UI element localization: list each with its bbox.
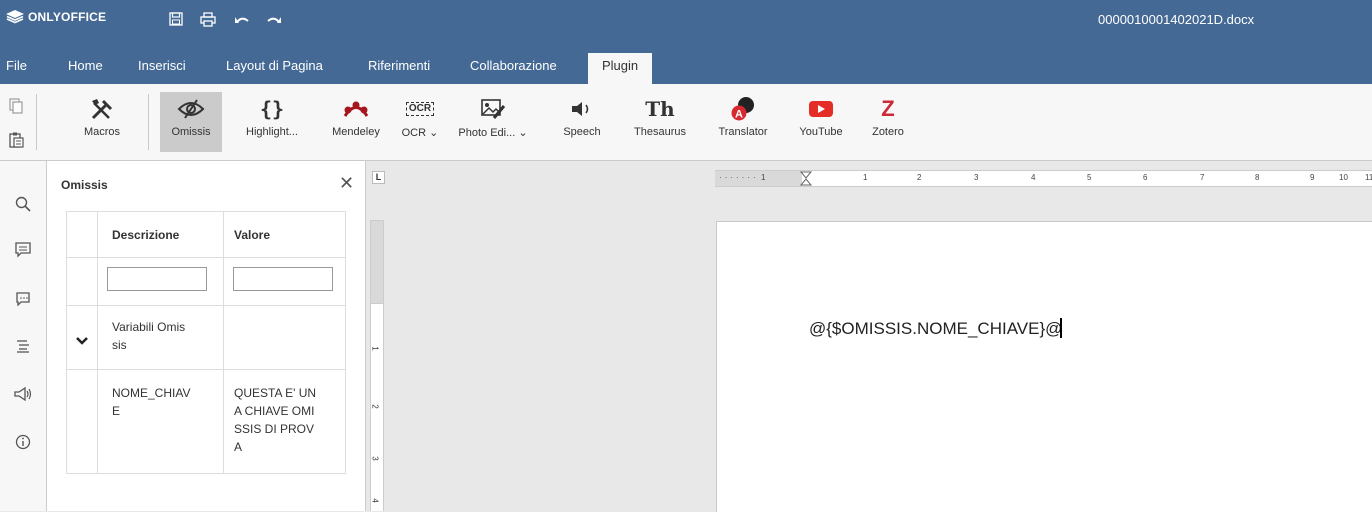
onlyoffice-logo-icon bbox=[6, 10, 24, 24]
tools-icon bbox=[91, 99, 113, 120]
print-icon[interactable] bbox=[196, 8, 220, 30]
thesaurus-icon: Th bbox=[645, 97, 675, 121]
undo-icon[interactable] bbox=[230, 8, 254, 30]
vertical-ruler[interactable]: 1 2 3 4 bbox=[370, 304, 384, 511]
filter-row bbox=[66, 257, 346, 306]
ocr-button[interactable]: OCR OCR ⌄ bbox=[400, 92, 440, 152]
toolbar-separator bbox=[148, 94, 149, 150]
row-key: NOME_CHIAV bbox=[112, 386, 191, 400]
onlyoffice-logo[interactable]: ONLYOFFICE bbox=[6, 10, 106, 24]
tab-layout-di-pagina[interactable]: Layout di Pagina bbox=[226, 53, 323, 84]
chevron-down-icon[interactable] bbox=[66, 305, 98, 370]
redo-icon[interactable] bbox=[262, 8, 286, 30]
tab-file[interactable]: File bbox=[6, 53, 27, 84]
tab-riferimenti[interactable]: Riferimenti bbox=[368, 53, 430, 84]
svg-text:A: A bbox=[735, 109, 743, 121]
tab-stop-selector[interactable]: L bbox=[372, 171, 385, 184]
youtube-button[interactable]: YouTube bbox=[792, 92, 850, 152]
table-row[interactable]: NOME_CHIAV E QUESTA E' UN A CHIAVE OMI S… bbox=[66, 369, 346, 474]
table-header-row: Descrizione Valore bbox=[66, 211, 346, 258]
omissis-button[interactable]: Omissis bbox=[160, 92, 222, 152]
chevron-down-icon: ⌄ bbox=[426, 127, 439, 139]
search-icon[interactable] bbox=[12, 193, 34, 215]
filter-valore-input[interactable] bbox=[233, 267, 333, 291]
app-name: ONLYOFFICE bbox=[28, 10, 107, 24]
speaker-icon bbox=[572, 102, 589, 116]
row-value: A CHIAVE OMI bbox=[234, 404, 315, 418]
title-bar: ONLYOFFICE 0000010001402021D.docx bbox=[0, 0, 1372, 46]
chevron-down-icon: ⌄ bbox=[515, 127, 528, 139]
zotero-icon: Z bbox=[881, 96, 895, 121]
chat-icon[interactable] bbox=[12, 287, 34, 309]
filter-descrizione-input[interactable] bbox=[107, 267, 207, 291]
info-icon[interactable] bbox=[12, 431, 34, 453]
navigation-icon[interactable] bbox=[12, 335, 34, 357]
photo-editor-button[interactable]: Photo Edi... ⌄ bbox=[458, 92, 528, 152]
thesaurus-button[interactable]: Th Thesaurus bbox=[624, 92, 696, 152]
paste-icon[interactable] bbox=[8, 132, 24, 148]
menu-bar: File Home Inserisci Layout di Pagina Rif… bbox=[0, 46, 1372, 84]
highlight-code-button[interactable]: {} Highlight... bbox=[240, 92, 304, 152]
eye-off-icon bbox=[177, 99, 205, 119]
tab-collaborazione[interactable]: Collaborazione bbox=[470, 53, 557, 84]
tab-plugin[interactable]: Plugin bbox=[588, 53, 653, 84]
zotero-button[interactable]: Z Zotero bbox=[866, 92, 910, 152]
left-sidebar bbox=[0, 161, 47, 511]
feedback-megaphone-icon[interactable] bbox=[12, 383, 34, 405]
close-icon[interactable]: ✕ bbox=[339, 173, 354, 194]
text-caret bbox=[1060, 318, 1063, 338]
tab-inserisci[interactable]: Inserisci bbox=[138, 53, 186, 84]
youtube-icon bbox=[809, 101, 833, 117]
ocr-icon: OCR bbox=[405, 102, 435, 116]
braces-icon: {} bbox=[259, 97, 285, 121]
document-page[interactable] bbox=[716, 221, 1372, 512]
translator-button[interactable]: A Translator bbox=[710, 92, 776, 152]
row-value: SSIS DI PROV bbox=[234, 422, 315, 436]
row-value: QUESTA E' UN bbox=[234, 386, 317, 400]
row-value: A bbox=[234, 440, 243, 454]
comments-icon[interactable] bbox=[12, 239, 34, 261]
macros-button[interactable]: Macros bbox=[76, 92, 128, 152]
speech-button[interactable]: Speech bbox=[556, 92, 608, 152]
horizontal-ruler[interactable]: ······· 1 1 2 3 4 5 6 7 8 9 10 11 bbox=[715, 170, 1372, 187]
column-header-valore: Valore bbox=[223, 211, 346, 258]
toolbar-separator bbox=[36, 94, 37, 150]
save-icon[interactable] bbox=[164, 8, 188, 30]
group-label: Variabili Omis bbox=[112, 320, 186, 334]
copy-icon[interactable] bbox=[8, 98, 24, 114]
photo-edit-icon bbox=[481, 99, 506, 119]
tab-home[interactable]: Home bbox=[68, 53, 103, 84]
group-label: sis bbox=[112, 338, 127, 352]
row-key: E bbox=[112, 404, 121, 418]
omissis-panel: Omissis ✕ Descrizione Valore Variabili O… bbox=[47, 161, 366, 511]
mendeley-icon bbox=[343, 101, 369, 117]
plugin-toolbar: Macros Omissis {} Highlight... Mendeley … bbox=[0, 84, 1372, 161]
column-header-descrizione: Descrizione bbox=[97, 211, 224, 258]
vertical-ruler-margin bbox=[370, 220, 384, 304]
translator-icon: A bbox=[731, 97, 754, 121]
panel-title: Omissis bbox=[61, 178, 108, 192]
group-row[interactable]: Variabili Omis sis bbox=[66, 305, 346, 370]
document-text[interactable]: @{$OMISSIS.NOME_CHIAVE}@ bbox=[809, 318, 1063, 339]
document-title: 0000010001402021D.docx bbox=[1098, 12, 1255, 27]
mendeley-button[interactable]: Mendeley bbox=[326, 92, 386, 152]
omissis-table: Descrizione Valore Variabili Omis sis NO… bbox=[66, 211, 346, 474]
